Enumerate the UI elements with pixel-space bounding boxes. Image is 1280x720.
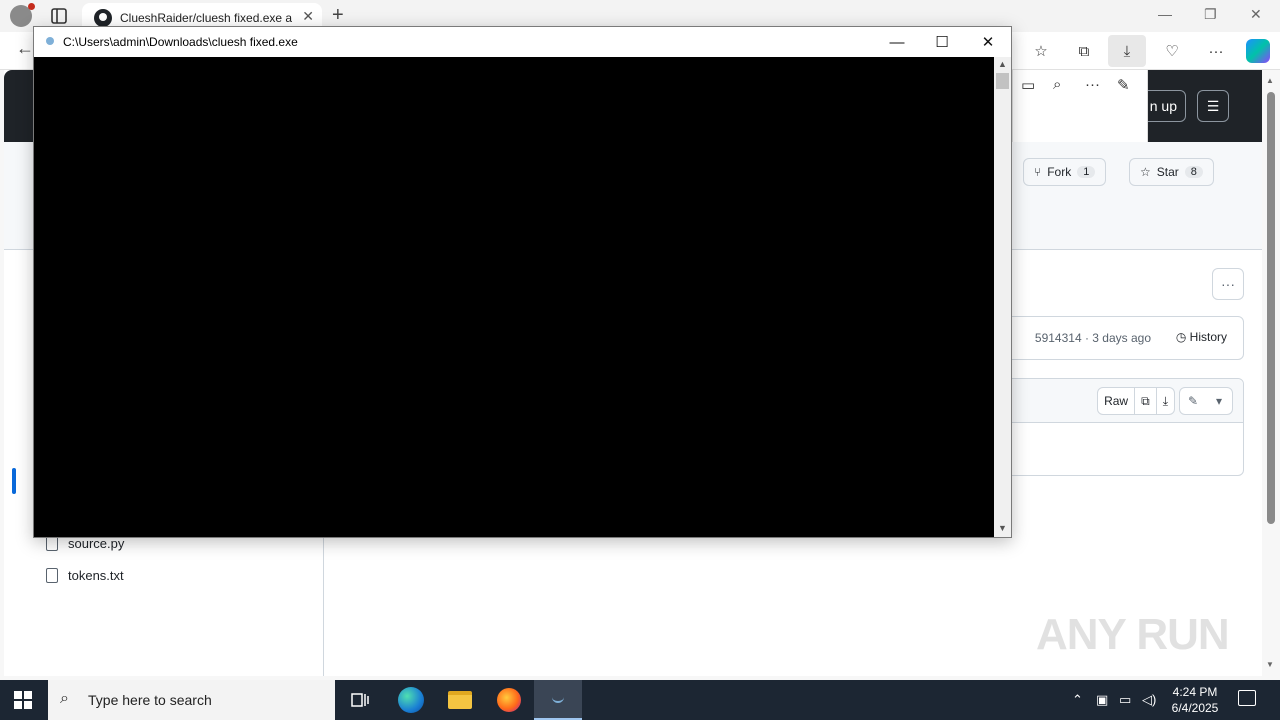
console-close-icon[interactable]: ✕	[972, 31, 1004, 53]
favorites-icon[interactable]: ☆	[1030, 40, 1052, 62]
taskbar-search-box[interactable]: ⌕ Type here to search	[48, 680, 335, 720]
file-icon	[46, 568, 58, 583]
chevron-down-icon[interactable]: ▾	[1206, 388, 1232, 414]
copy-icon[interactable]: ⧉	[1135, 388, 1157, 414]
github-icon	[94, 9, 112, 27]
console-maximize-icon[interactable]: ☐	[926, 31, 958, 53]
clock-date: 6/4/2025	[1171, 701, 1219, 715]
tab-actions-icon[interactable]	[48, 6, 70, 26]
settings-more-icon[interactable]: ···	[1205, 40, 1227, 62]
console-app-icon	[46, 37, 54, 45]
tray-chevron-up-icon[interactable]: ⌃	[1072, 692, 1083, 708]
anyrun-watermark: ANY RUN	[1036, 610, 1230, 659]
file-icon	[46, 536, 58, 551]
fork-icon: ⑂	[1034, 165, 1042, 179]
scroll-up-icon[interactable]: ▲	[1266, 76, 1274, 85]
star-label: Star	[1156, 165, 1179, 179]
pin-icon[interactable]: ✎	[1117, 76, 1130, 94]
commit-meta[interactable]: 5914314 · 3 days ago	[1035, 331, 1151, 345]
search-placeholder: Type here to search	[88, 692, 212, 708]
file-name: tokens.txt	[68, 568, 124, 583]
task-view-icon[interactable]	[336, 680, 384, 720]
back-arrow-icon[interactable]: ←	[16, 38, 34, 59]
history-icon: ◷	[1175, 330, 1190, 344]
clock-time: 4:24 PM	[1172, 685, 1218, 699]
firefox-icon[interactable]	[485, 680, 533, 720]
copilot-icon[interactable]	[1246, 39, 1270, 63]
volume-icon[interactable]: ◁)	[1142, 692, 1156, 708]
windows-start-icon[interactable]	[14, 691, 32, 709]
tab-close-icon[interactable]: ✕	[302, 8, 314, 25]
edit-button-group: ✎ ▾	[1179, 387, 1233, 415]
scrollbar-thumb[interactable]	[1267, 92, 1275, 524]
console-output[interactable]	[34, 57, 994, 537]
file-item-tokens-txt[interactable]: tokens.txt	[46, 568, 124, 583]
star-icon: ☆	[1140, 165, 1151, 179]
console-scrollbar-thumb[interactable]	[996, 73, 1009, 89]
console-scroll-up-icon[interactable]: ▲	[998, 59, 1007, 69]
new-tab-icon[interactable]: +	[332, 4, 344, 27]
notification-icon[interactable]	[1238, 690, 1256, 706]
console-scrollbar[interactable]: ▲ ▼	[994, 57, 1011, 537]
file-explorer-icon[interactable]	[436, 680, 484, 720]
console-scroll-down-icon[interactable]: ▼	[998, 523, 1007, 533]
network-icon[interactable]: ▭	[1119, 692, 1131, 708]
browser-minimize-icon[interactable]: —	[1158, 6, 1172, 22]
active-file-marker	[12, 468, 16, 494]
console-taskbar-icon[interactable]	[534, 680, 582, 720]
scroll-down-icon[interactable]: ▼	[1266, 660, 1274, 669]
downloads-icon[interactable]: ⤓	[1108, 35, 1146, 67]
edit-pencil-icon[interactable]: ✎	[1180, 388, 1206, 414]
console-window[interactable]: C:\Users\admin\Downloads\cluesh fixed.ex…	[33, 26, 1012, 538]
edge-browser-icon[interactable]	[387, 680, 435, 720]
fork-count: 1	[1077, 166, 1096, 178]
profile-avatar-icon[interactable]	[10, 3, 35, 27]
raw-button[interactable]: Raw	[1098, 388, 1136, 414]
console-titlebar[interactable]: C:\Users\admin\Downloads\cluesh fixed.ex…	[34, 27, 1011, 57]
file-item-source-py[interactable]: source.py	[46, 536, 124, 551]
search-icon: ⌕	[60, 690, 69, 707]
raw-button-group: Raw ⧉ ⤓	[1097, 387, 1175, 415]
console-minimize-icon[interactable]: —	[881, 31, 913, 53]
file-name: source.py	[68, 536, 125, 551]
more-options-icon[interactable]: ···	[1085, 76, 1100, 93]
page-scrollbar[interactable]: ▲ ▼	[1262, 70, 1280, 676]
download-icon[interactable]: ⤓	[1157, 388, 1174, 414]
history-button[interactable]: ◷ History	[1176, 330, 1227, 344]
console-title: C:\Users\admin\Downloads\cluesh fixed.ex…	[63, 35, 298, 49]
header-settings-icon[interactable]: ☰	[1197, 90, 1229, 122]
browser-close-icon[interactable]: ✕	[1250, 6, 1262, 23]
open-folder-icon[interactable]: ▭	[1021, 76, 1035, 94]
fork-button[interactable]: ⑂ Fork 1	[1023, 158, 1107, 186]
more-actions-button[interactable]: ···	[1212, 268, 1244, 300]
search-icon[interactable]: ⌕	[1053, 76, 1061, 93]
tab-title: ClueshRaider/cluesh fixed.exe at	[120, 10, 292, 25]
fork-label: Fork	[1047, 165, 1072, 179]
taskbar-clock[interactable]: 4:24 PM 6/4/2025	[1162, 684, 1228, 716]
windows-taskbar: ⌕ Type here to search ⌃ ▣ ▭ ◁) 4:24 PM 6…	[0, 680, 1280, 720]
tray-device-icon[interactable]: ▣	[1096, 692, 1108, 708]
collections-icon[interactable]: ⧉	[1073, 40, 1095, 62]
star-count: 8	[1184, 166, 1203, 178]
browser-essentials-icon[interactable]: ♡	[1161, 40, 1183, 62]
star-button[interactable]: ☆ Star 8	[1129, 158, 1214, 186]
browser-restore-icon[interactable]: ❐	[1204, 6, 1217, 23]
